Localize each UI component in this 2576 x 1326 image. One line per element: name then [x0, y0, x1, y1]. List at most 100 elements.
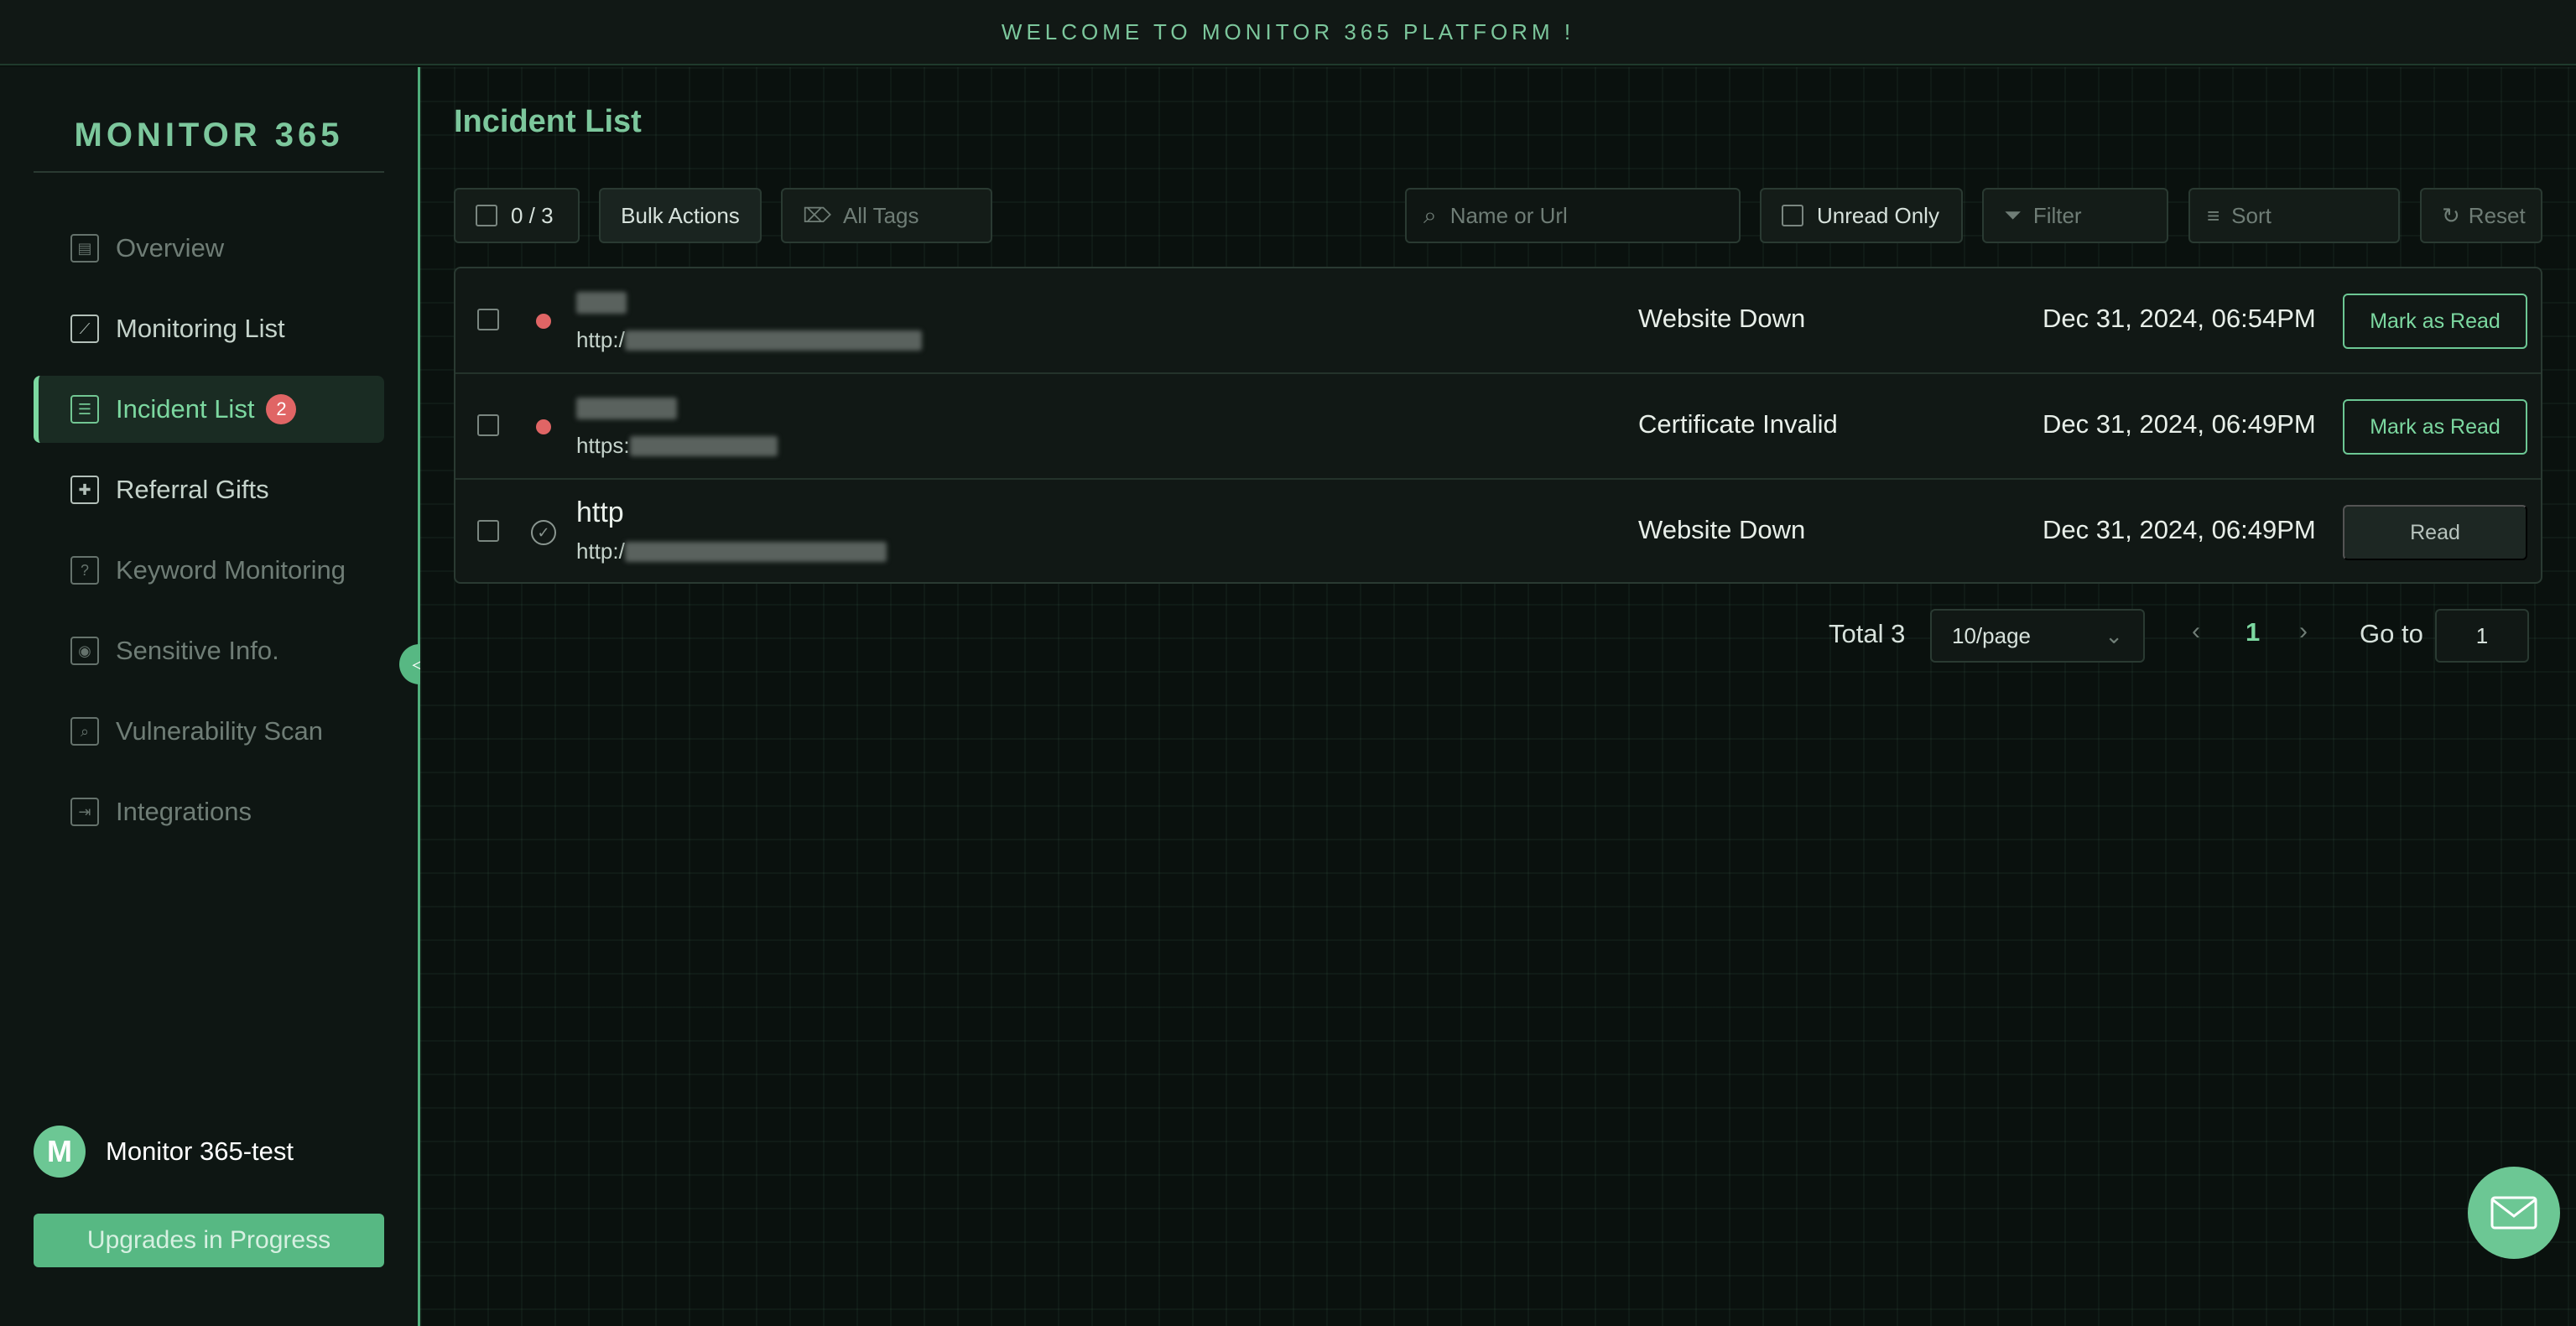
sensitive-icon: ◉ — [70, 637, 99, 665]
incident-time: Dec 31, 2024, 06:49PM — [2043, 409, 2316, 439]
incident-count-badge: 2 — [266, 394, 297, 424]
row-checkbox[interactable] — [477, 309, 499, 330]
incident-status: Certificate Invalid — [1638, 409, 1838, 439]
redacted-url — [629, 435, 778, 456]
incident-time: Dec 31, 2024, 06:49PM — [2043, 515, 2316, 544]
sidebar-item-label: Referral Gifts — [116, 475, 269, 504]
mark-as-read-button[interactable]: Mark as Read — [2343, 399, 2527, 455]
sort-select[interactable]: ≡ Sort — [2188, 188, 2400, 243]
redacted-url — [624, 330, 922, 351]
sort-label: Sort — [2231, 202, 2272, 228]
sidebar-nav: ▤ Overview ⟋ Monitoring List ☰ Incident … — [34, 215, 384, 859]
incident-status: Website Down — [1638, 304, 1806, 333]
chevron-down-icon: ⌄ — [2105, 622, 2123, 648]
bulk-actions-button[interactable]: Bulk Actions — [599, 188, 762, 243]
reset-label: Reset — [2468, 202, 2526, 228]
next-page-icon[interactable]: › — [2299, 617, 2308, 646]
gift-icon: ✚ — [70, 476, 99, 504]
overview-icon: ▤ — [70, 234, 99, 263]
upgrades-in-progress-button[interactable]: Upgrades in Progress — [34, 1214, 384, 1267]
app-logo[interactable]: MONITOR 365 — [34, 114, 384, 173]
filter-label: Filter — [2032, 202, 2082, 228]
main-content: Incident List 0 / 3 Bulk Actions ⌦ All T… — [420, 67, 2576, 1326]
sidebar-item-keyword-monitoring[interactable]: ? Keyword Monitoring — [34, 537, 384, 604]
sidebar-item-referral-gifts[interactable]: ✚ Referral Gifts — [34, 456, 384, 523]
table-row[interactable]: https: Certificate Invalid Dec 31, 2024,… — [455, 374, 2541, 480]
bulk-actions-label: Bulk Actions — [621, 202, 740, 228]
page-size-select[interactable]: 10/page ⌄ — [1930, 609, 2145, 663]
contact-mail-button[interactable] — [2468, 1167, 2560, 1259]
sidebar-item-overview[interactable]: ▤ Overview — [34, 215, 384, 282]
avatar: M — [34, 1126, 86, 1178]
page-title: Incident List — [454, 104, 642, 139]
redacted-url — [624, 541, 887, 562]
incident-table: http:/ Website Down Dec 31, 2024, 06:54P… — [454, 267, 2542, 584]
page-size-value: 10/page — [1952, 622, 2031, 648]
read-button[interactable]: Read — [2343, 505, 2527, 560]
unread-dot-icon — [536, 419, 551, 434]
goto-page-input[interactable]: 1 — [2435, 609, 2529, 663]
incident-url: http:/ — [576, 327, 922, 353]
unread-only-toggle[interactable]: Unread Only — [1760, 188, 1963, 243]
sidebar-item-label: Monitoring List — [116, 314, 285, 343]
incident-url: http:/ — [576, 538, 887, 564]
unread-dot-icon — [536, 314, 551, 329]
tags-placeholder: All Tags — [842, 202, 919, 228]
table-row[interactable]: http:/ Website Down Dec 31, 2024, 06:54P… — [455, 268, 2541, 374]
banner-text: WELCOME TO MONITOR 365 PLATFORM ! — [1001, 18, 1575, 44]
sidebar-item-label: Incident List — [116, 394, 255, 424]
current-page[interactable]: 1 — [2246, 617, 2260, 647]
incident-name — [576, 285, 627, 318]
sort-icon: ≡ — [2207, 202, 2220, 228]
sidebar-item-incident-list[interactable]: ☰ Incident List 2 — [34, 376, 384, 443]
incident-name: http — [576, 497, 624, 528]
tags-select[interactable]: ⌦ All Tags — [781, 188, 992, 243]
selection-count: 0 / 3 — [511, 202, 554, 228]
list-icon: ☰ — [70, 395, 99, 424]
filter-icon: ⏷ — [2004, 202, 2022, 227]
search-input[interactable]: ⌕ Name or Url — [1405, 188, 1741, 243]
incident-name — [576, 391, 677, 424]
unread-only-label: Unread Only — [1817, 202, 1939, 228]
keyword-icon: ? — [70, 556, 99, 585]
sidebar-item-label: Integrations — [116, 797, 252, 826]
redacted-name — [576, 398, 677, 420]
user-profile[interactable]: M Monitor 365-test — [34, 1126, 294, 1178]
sidebar-item-label: Vulnerability Scan — [116, 716, 323, 746]
row-checkbox[interactable] — [477, 414, 499, 436]
table-row[interactable]: ✓ http http:/ Website Down Dec 31, 2024,… — [455, 480, 2541, 585]
pagination-total: Total 3 — [1829, 619, 1906, 648]
mark-as-read-button[interactable]: Mark as Read — [2343, 294, 2527, 349]
sidebar: MONITOR 365 ▤ Overview ⟋ Monitoring List… — [0, 67, 418, 1326]
user-name: Monitor 365-test — [106, 1136, 294, 1166]
sidebar-item-vulnerability-scan[interactable]: ⌕ Vulnerability Scan — [34, 698, 384, 765]
redacted-name — [576, 292, 627, 315]
prev-page-icon[interactable]: ‹ — [2192, 617, 2200, 646]
sidebar-item-label: Sensitive Info. — [116, 636, 279, 665]
select-all-control[interactable]: 0 / 3 — [454, 188, 580, 243]
reset-icon: ↻ — [2442, 202, 2460, 228]
select-all-checkbox[interactable] — [476, 205, 497, 226]
row-checkbox[interactable] — [477, 520, 499, 542]
scan-icon: ⌕ — [70, 717, 99, 746]
reset-button[interactable]: ↻ Reset — [2420, 188, 2542, 243]
goto-page-value: 1 — [2475, 622, 2489, 648]
incident-time: Dec 31, 2024, 06:54PM — [2043, 304, 2316, 333]
unread-only-checkbox[interactable] — [1782, 205, 1803, 226]
incident-status: Website Down — [1638, 515, 1806, 544]
sidebar-item-label: Overview — [116, 233, 225, 263]
search-placeholder: Name or Url — [1449, 202, 1568, 228]
sidebar-item-integrations[interactable]: ⇥ Integrations — [34, 778, 384, 845]
incident-url: https: — [576, 433, 778, 459]
tag-icon: ⌦ — [803, 204, 831, 227]
sidebar-item-sensitive-info[interactable]: ◉ Sensitive Info. — [34, 617, 384, 684]
integrations-icon: ⇥ — [70, 798, 99, 826]
sidebar-item-label: Keyword Monitoring — [116, 555, 346, 585]
mail-icon — [2490, 1196, 2537, 1230]
filter-button[interactable]: ⏷ Filter — [1982, 188, 2168, 243]
chart-icon: ⟋ — [70, 315, 99, 343]
read-check-icon: ✓ — [531, 520, 556, 545]
sidebar-item-monitoring-list[interactable]: ⟋ Monitoring List — [34, 295, 384, 362]
welcome-banner: WELCOME TO MONITOR 365 PLATFORM ! — [0, 0, 2576, 65]
goto-label: Go to — [2360, 619, 2423, 648]
